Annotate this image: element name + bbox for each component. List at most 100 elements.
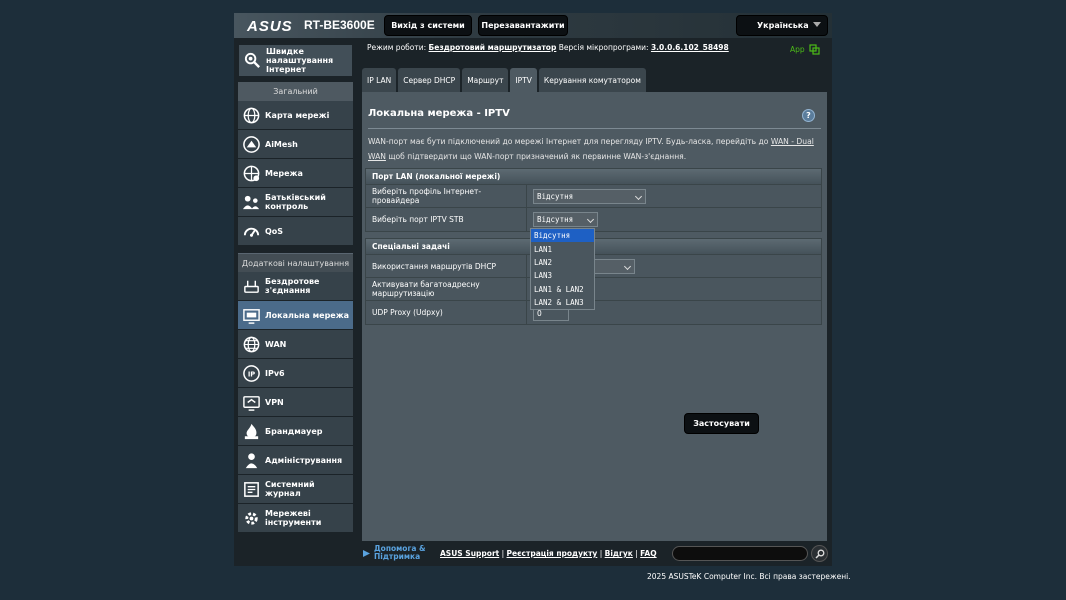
copyright-text: 2025 ASUSTeK Computer Inc. Всі права зас…	[647, 572, 851, 581]
page-title: Локальна мережа - IPTV	[368, 108, 510, 119]
lan-port-table: Порт LAN (локальної мережі) Виберіть про…	[365, 168, 822, 232]
sidebar-label: VPN	[265, 397, 284, 407]
operation-mode-link[interactable]: Бездротовий маршрутизатор	[429, 43, 557, 52]
app-link[interactable]: App	[790, 44, 820, 55]
ipv6-icon: IP	[241, 363, 261, 383]
general-section-header: Загальний	[238, 82, 353, 101]
search-input[interactable]	[672, 546, 808, 561]
dropdown-option[interactable]: LAN1	[531, 242, 594, 255]
sidebar-label: Адміністрування	[265, 455, 343, 465]
tab-iptv[interactable]: IPTV	[510, 68, 537, 92]
sidebar-item-wan[interactable]: WAN	[238, 330, 353, 359]
logout-button[interactable]: Вихід з системи	[384, 15, 472, 36]
multicast-routing-label: Активувати багатоадресну маршрутизацію	[366, 278, 527, 300]
mode-label: Режим роботи:	[367, 43, 427, 52]
dropdown-option[interactable]: LAN2	[531, 256, 594, 269]
dropdown-option[interactable]: LAN1 & LAN2	[531, 283, 594, 296]
dropdown-option[interactable]: LAN2 & LAN3	[531, 296, 594, 309]
quick-internet-setup-button[interactable]: Швидке налаштування Інтернет	[238, 44, 353, 77]
system-log-icon	[241, 479, 261, 499]
svg-text:IP: IP	[247, 370, 254, 378]
chevron-down-icon	[586, 215, 595, 224]
lan-icon	[241, 305, 261, 325]
separator: |	[597, 549, 605, 558]
page-description: WAN-порт має бути підключений до мережі …	[368, 134, 822, 164]
sidebar-label: Мережеві інструменти	[265, 509, 322, 527]
help-support-label: Допомога & Підтримка	[374, 544, 426, 561]
sidebar-item-lan[interactable]: Локальна мережа	[238, 301, 353, 330]
sidebar-label: IPv6	[265, 368, 285, 378]
sidebar-item-administration[interactable]: Адміністрування	[238, 446, 353, 475]
sidebar-item-system-log[interactable]: Системний журнал	[238, 475, 353, 504]
lan-port-table-header: Порт LAN (локальної мережі)	[366, 169, 821, 185]
wan-icon	[241, 334, 261, 354]
router-model: RT-BE3600E	[304, 18, 375, 32]
description-text: WAN-порт має бути підключений до мережі …	[368, 137, 771, 146]
lan-tabs: IP LAN Сервер DHCP Маршрут IPTV Керуванн…	[362, 68, 646, 92]
dhcp-routes-label: Використання маршрутів DHCP	[366, 255, 527, 277]
sidebar-item-wireless[interactable]: Бездротове з'єднання	[238, 272, 353, 301]
stb-port-select[interactable]: Відсутня	[533, 212, 598, 227]
app-label: App	[790, 45, 805, 54]
sidebar-label: Системний журнал	[265, 480, 315, 498]
title-divider	[368, 128, 821, 129]
wireless-icon	[241, 276, 261, 296]
sidebar-label: Карта мережі	[265, 110, 330, 120]
faq-link[interactable]: FAQ	[640, 549, 656, 558]
app-icon	[809, 44, 820, 55]
vpn-icon	[241, 392, 261, 412]
stb-port-label: Виберіть порт IPTV STB	[366, 208, 527, 231]
chevron-down-icon	[634, 192, 643, 201]
sidebar-label: Бездротове з'єднання	[265, 277, 320, 295]
separator: |	[499, 549, 507, 558]
firmware-version-link[interactable]: 3.0.0.6.102_58498	[651, 43, 729, 52]
network-map-icon	[241, 105, 261, 125]
quick-setup-icon	[242, 51, 262, 71]
udpxy-label: UDP Proxy (Udpxy)	[366, 301, 527, 324]
parental-control-icon	[241, 192, 261, 212]
sidebar-label: Мережа	[265, 168, 303, 178]
sidebar-item-network[interactable]: Мережа	[238, 159, 353, 188]
sidebar-item-vpn[interactable]: VPN	[238, 388, 353, 417]
sidebar-item-aimesh[interactable]: AiMesh	[238, 130, 353, 159]
search-button[interactable]	[811, 545, 828, 562]
sidebar-item-network-map[interactable]: Карта мережі	[238, 101, 353, 130]
help-icon[interactable]: ?	[802, 109, 815, 122]
isp-profile-select[interactable]: Відсутня	[533, 189, 646, 204]
tab-dhcp-server[interactable]: Сервер DHCP	[398, 68, 461, 92]
tab-switch-control[interactable]: Керування комутатором	[538, 68, 646, 92]
sidebar-item-firewall[interactable]: Брандмауер	[238, 417, 353, 446]
asus-support-link[interactable]: ASUS Support	[440, 549, 499, 558]
dropdown-option[interactable]: LAN3	[531, 269, 594, 282]
reboot-button[interactable]: Перезавантажити	[478, 15, 568, 36]
network-tools-icon	[241, 508, 261, 528]
help-support-link[interactable]: Допомога & Підтримка	[362, 545, 426, 561]
language-select[interactable]: Українська	[736, 15, 828, 36]
sidebar-label: AiMesh	[265, 139, 298, 149]
sidebar-item-network-tools[interactable]: Мережеві інструменти	[238, 504, 353, 533]
tab-ip-lan[interactable]: IP LAN	[362, 68, 397, 92]
stb-port-dropdown: Відсутня LAN1 LAN2 LAN3 LAN1 & LAN2 LAN2…	[530, 228, 595, 311]
iptv-panel: Локальна мережа - IPTV ? WAN-порт має бу…	[362, 92, 827, 541]
apply-button[interactable]: Застосувати	[684, 413, 759, 434]
footer: Допомога & Підтримка ASUS Support | Реєс…	[234, 543, 832, 566]
advanced-section-header: Додаткові налаштування	[238, 253, 353, 272]
sidebar-item-parental-control[interactable]: Батьківський контроль	[238, 188, 353, 217]
description-text-end: щоб підтвердити що WAN-порт призначений …	[385, 152, 687, 161]
sidebar-label: Батьківський контроль	[265, 193, 326, 211]
language-value: Українська	[757, 21, 809, 30]
feedback-link[interactable]: Відгук	[605, 549, 633, 558]
sidebar-item-qos[interactable]: QoS	[238, 217, 353, 246]
isp-profile-row: Виберіть профіль Інтернет-провайдера Від…	[366, 185, 821, 208]
product-registration-link[interactable]: Реєстрація продукту	[507, 549, 598, 558]
firewall-icon	[241, 421, 261, 441]
sidebar-label: WAN	[265, 339, 287, 349]
dropdown-option[interactable]: Відсутня	[531, 229, 594, 243]
search-icon	[814, 549, 824, 559]
quick-setup-label: Швидке налаштування Інтернет	[266, 47, 334, 74]
footer-links: ASUS Support | Реєстрація продукту | Від…	[440, 549, 657, 558]
sidebar-label: Локальна мережа	[265, 310, 350, 320]
tab-route[interactable]: Маршрут	[462, 68, 509, 92]
sidebar-item-ipv6[interactable]: IP IPv6	[238, 359, 353, 388]
sidebar-label: Брандмауер	[265, 426, 323, 436]
